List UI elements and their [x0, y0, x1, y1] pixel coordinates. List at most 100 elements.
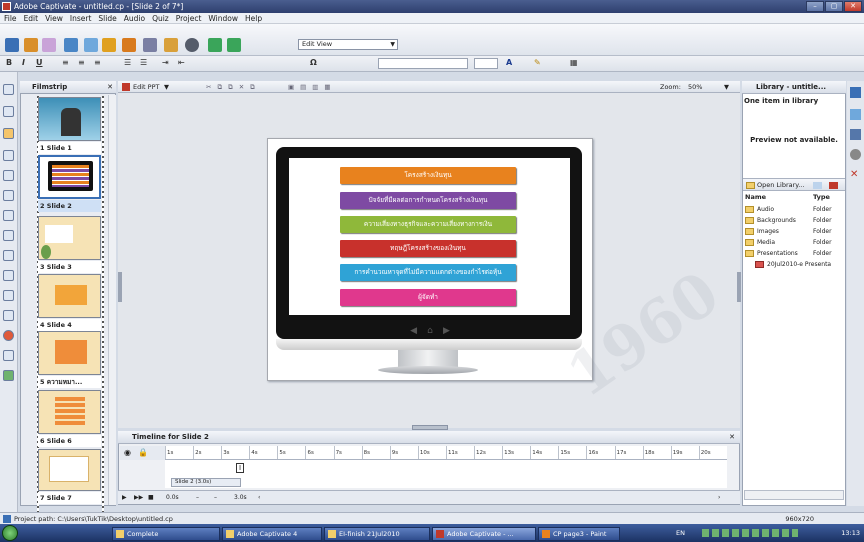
menu-slide[interactable]: Slide [98, 13, 116, 23]
shape-icon[interactable] [3, 330, 14, 341]
next-icon[interactable]: ▶ [443, 325, 450, 337]
zoom-value[interactable]: 50% [688, 81, 702, 93]
button-tool-icon[interactable] [3, 210, 14, 221]
menu-help[interactable]: Help [245, 13, 262, 23]
zoom-dropdown-icon[interactable]: ▼ [724, 81, 729, 93]
back-icon[interactable] [208, 38, 222, 52]
start-button[interactable] [2, 525, 18, 541]
taskbar-item[interactable]: Adobe Captivate 4 [222, 527, 322, 541]
widget-icon[interactable] [3, 350, 14, 361]
timeline-close-icon[interactable]: ✕ [729, 431, 735, 444]
slide-menu-button[interactable]: ผู้จัดทำ [340, 289, 516, 306]
filmstrip-splitter[interactable] [118, 272, 122, 302]
slide-menu-button[interactable]: การคำนวณหาจุดที่ไม่มีความแตกต่างของกำไรต… [340, 264, 516, 281]
click-box-icon[interactable] [3, 190, 14, 201]
save-icon[interactable] [5, 38, 19, 52]
publish-icon[interactable] [164, 38, 178, 52]
slide-menu-button[interactable]: ปัจจัยที่มีผลต่อการกำหนดโครงสร้างเงินทุน [340, 192, 516, 209]
line-tool-icon[interactable] [3, 310, 14, 321]
library-item[interactable]: Media Folder [745, 238, 845, 247]
taskbar-item-active[interactable]: Adobe Captivate - ... [432, 527, 536, 541]
number-list-icon[interactable]: ☰ [140, 58, 147, 67]
taskbar-item[interactable]: EI-finish 21Jul2010 [324, 527, 430, 541]
widget-panel-icon[interactable] [850, 149, 861, 160]
menu-quiz[interactable]: Quiz [152, 13, 169, 23]
menu-audio[interactable]: Audio [124, 13, 145, 23]
font-size-select[interactable] [474, 58, 498, 69]
highlight-icon[interactable]: ✎ [534, 58, 541, 67]
library-item[interactable]: Audio Folder [745, 205, 845, 214]
minimize-button[interactable]: – [806, 1, 824, 12]
zoom-out-icon[interactable]: – [196, 491, 199, 505]
slide-menu-button[interactable]: ความเสี่ยงทางธุรกิจและความเสี่ยงทางการเง… [340, 216, 516, 233]
open-library-button[interactable]: Open Library... [757, 181, 804, 189]
omega-button[interactable]: Ω [310, 58, 317, 67]
highlight-box-icon[interactable] [3, 128, 14, 139]
prev-icon[interactable]: ◀ [410, 325, 417, 337]
play-from-start-icon[interactable]: ▶▶ [134, 491, 143, 505]
filmstrip-slide[interactable]: 4 Slide 4 [38, 274, 101, 331]
slide-icon[interactable] [84, 38, 98, 52]
rollover-caption-icon[interactable] [3, 106, 14, 117]
library-item[interactable]: 20Jul2010-e Presenta [755, 260, 855, 269]
eye-icon[interactable]: ◉ [124, 448, 131, 457]
indent-icon[interactable]: ⇥ [162, 58, 169, 67]
text-entry-icon[interactable] [3, 230, 14, 241]
image-tool-icon[interactable] [3, 250, 14, 261]
lock-icon[interactable]: 🔒 [138, 448, 148, 457]
align-center-icon[interactable]: ≡ [78, 58, 85, 67]
align-tools[interactable]: ▣▤▥▦ [288, 81, 337, 93]
properties-icon[interactable] [850, 87, 861, 98]
library-splitter[interactable] [737, 272, 741, 302]
mouse-icon[interactable] [3, 150, 14, 161]
clipboard-tools[interactable]: ✂⧉⧉✕⧉ [206, 81, 261, 93]
close-button[interactable]: ✕ [844, 1, 862, 12]
taskbar-item[interactable]: Complete [112, 527, 220, 541]
filmstrip-slide[interactable]: 5 ความหมา... [38, 331, 101, 388]
zoom-in-icon[interactable]: – [214, 491, 217, 505]
quiz-icon[interactable] [850, 129, 861, 140]
library-item[interactable]: Images Folder [745, 227, 845, 236]
delete-icon[interactable] [829, 182, 838, 189]
timeline-ruler[interactable]: 1s 2s 3s 4s 5s 6s 7s 8s 9s 10s 11s 12s 1… [165, 446, 727, 460]
slide-menu-button[interactable]: โครงสร้างเงินทุน [340, 167, 516, 184]
filmstrip-slide[interactable]: 6 Slide 6 [38, 390, 101, 447]
filmstrip-close-icon[interactable]: ✕ [107, 81, 113, 94]
filmstrip-slide[interactable]: 7 Slide 7 [38, 449, 101, 504]
bold-button[interactable]: B [6, 58, 12, 67]
library-col-type[interactable]: Type [813, 193, 830, 201]
library-scrollbar[interactable] [744, 490, 844, 500]
italic-button[interactable]: I [22, 58, 25, 67]
preview-icon[interactable] [143, 38, 157, 52]
align-right-icon[interactable]: ≡ [94, 58, 101, 67]
redo-icon[interactable] [42, 38, 56, 52]
filmstrip-slide-selected[interactable]: 2 Slide 2 [38, 155, 101, 212]
maximize-button[interactable]: ▢ [825, 1, 843, 12]
home-icon[interactable]: ⌂ [427, 325, 433, 337]
underline-button[interactable]: U [36, 58, 43, 67]
timeline-scroll-left-icon[interactable]: ‹ [258, 491, 260, 505]
library-item[interactable]: Presentations Folder [745, 249, 845, 258]
font-name-select[interactable] [378, 58, 468, 69]
menu-project[interactable]: Project [176, 13, 202, 23]
menu-window[interactable]: Window [208, 13, 238, 23]
update-icon[interactable] [813, 182, 822, 189]
menu-view[interactable]: View [45, 13, 63, 23]
menu-edit[interactable]: Edit [24, 13, 39, 23]
align-left-icon[interactable]: ≡ [62, 58, 69, 67]
zoom-area-icon[interactable] [3, 170, 14, 181]
insert-icon[interactable] [102, 38, 116, 52]
animation-icon[interactable] [3, 270, 14, 281]
language-indicator[interactable]: EN [676, 525, 685, 541]
question-icon[interactable] [122, 38, 136, 52]
timeline-splitter[interactable] [412, 425, 448, 430]
library-col-name[interactable]: Name [745, 193, 766, 201]
menu-file[interactable]: File [4, 13, 17, 23]
text-color-icon[interactable]: A [506, 58, 512, 67]
filmstrip-slide[interactable]: 3 Slide 3 [38, 216, 101, 273]
view-select[interactable]: Edit View ▼ [298, 39, 398, 50]
play-icon[interactable]: ▶ [122, 491, 127, 505]
tray-icons[interactable] [702, 529, 798, 537]
filmstrip-slide[interactable]: 1 Slide 1 [38, 97, 101, 154]
playhead-marker[interactable]: I [236, 463, 244, 473]
